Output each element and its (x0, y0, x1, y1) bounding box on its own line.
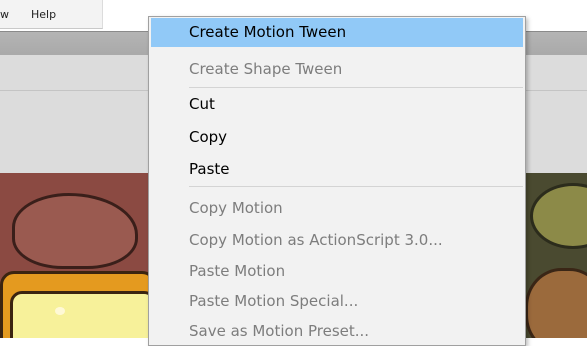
menu-item-copy-motion-as-actionscript[interactable]: Copy Motion as ActionScript 3.0... (151, 226, 523, 255)
menu-help[interactable]: Help (31, 8, 56, 21)
menu-window[interactable]: w (0, 8, 9, 21)
menu-separator (189, 186, 523, 187)
sign-board-panel (10, 291, 156, 338)
menu-item-paste[interactable]: Paste (151, 155, 523, 184)
menu-item-paste-motion[interactable]: Paste Motion (151, 257, 523, 286)
menu-separator (189, 87, 523, 88)
menu-bar-strip: w Help (0, 0, 103, 29)
menu-item-copy[interactable]: Copy (151, 123, 523, 152)
menu-item-copy-motion[interactable]: Copy Motion (151, 194, 523, 223)
menu-item-cut[interactable]: Cut (151, 90, 523, 119)
context-menu: Create Motion Tween Create Shape Tween C… (148, 16, 526, 346)
sign-board-highlight (55, 307, 65, 315)
menu-item-paste-motion-special[interactable]: Paste Motion Special... (151, 287, 523, 316)
menu-item-create-shape-tween[interactable]: Create Shape Tween (151, 55, 523, 84)
menu-item-create-motion-tween[interactable]: Create Motion Tween (151, 18, 523, 47)
menu-item-save-as-motion-preset[interactable]: Save as Motion Preset... (151, 317, 523, 346)
